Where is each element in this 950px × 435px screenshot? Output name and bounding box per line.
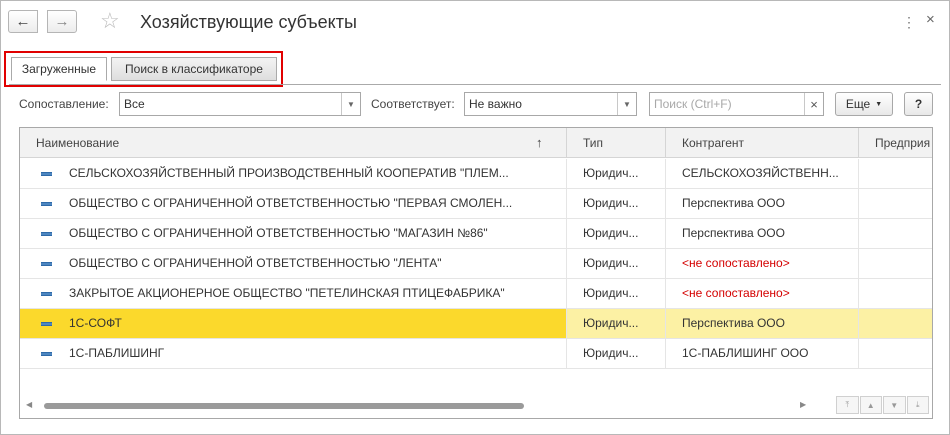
arrow-right-icon: →	[54, 13, 70, 30]
corresponds-select[interactable]: Не важно ▼	[464, 92, 637, 116]
forward-button[interactable]: →	[47, 10, 77, 33]
go-to-bottom-icon[interactable]: ⤓	[906, 396, 929, 414]
help-button[interactable]: ?	[904, 92, 933, 116]
cell-name: ОБЩЕСТВО С ОГРАНИЧЕННОЙ ОТВЕТСТВЕННОСТЬЮ…	[20, 249, 567, 278]
corresponds-label: Соответствует:	[371, 97, 455, 111]
table-row[interactable]: ЗАКРЫТОЕ АКЦИОНЕРНОЕ ОБЩЕСТВО "ПЕТЕЛИНСК…	[20, 279, 932, 309]
table-row[interactable]: ОБЩЕСТВО С ОГРАНИЧЕННОЙ ОТВЕТСТВЕННОСТЬЮ…	[20, 219, 932, 249]
more-button-label: Еще	[845, 97, 871, 111]
scroll-left-icon[interactable]: ◀	[26, 400, 32, 409]
cell-counterparty: 1С-ПАБЛИШИНГ ООО	[666, 339, 859, 368]
cell-type: Юридич...	[567, 339, 666, 368]
more-button[interactable]: Еще ▼	[835, 92, 893, 116]
cell-type: Юридич...	[567, 249, 666, 278]
cell-counterparty: <не сопоставлено>	[666, 279, 859, 308]
cell-enterprise	[859, 189, 932, 218]
cell-enterprise	[859, 279, 932, 308]
cell-enterprise	[859, 309, 932, 338]
clear-search-icon[interactable]: ×	[804, 93, 823, 115]
cell-counterparty: Перспектива ООО	[666, 189, 859, 218]
entity-dash-icon	[41, 262, 52, 266]
cell-enterprise	[859, 249, 932, 278]
column-header-name[interactable]: Наименование	[20, 128, 567, 158]
page-up-icon[interactable]: ▲	[859, 396, 882, 414]
table-header: Наименование ↑ Тип Контрагент Предприя	[20, 128, 932, 158]
table-row[interactable]: ОБЩЕСТВО С ОГРАНИЧЕННОЙ ОТВЕТСТВЕННОСТЬЮ…	[20, 249, 932, 279]
cell-type: Юридич...	[567, 159, 666, 188]
arrow-left-icon: ←	[15, 13, 31, 30]
cell-counterparty: СЕЛЬСКОХОЗЯЙСТВЕНН...	[666, 159, 859, 188]
table-row[interactable]: ОБЩЕСТВО С ОГРАНИЧЕННОЙ ОТВЕТСТВЕННОСТЬЮ…	[20, 189, 932, 219]
entity-dash-icon	[41, 172, 52, 176]
column-header-type[interactable]: Тип	[567, 128, 666, 158]
cell-type: Юридич...	[567, 309, 666, 338]
favorite-star-icon[interactable]: ☆	[100, 7, 120, 35]
cell-name: СЕЛЬСКОХОЗЯЙСТВЕННЫЙ ПРОИЗВОДСТВЕННЫЙ КО…	[20, 159, 567, 188]
match-select-value: Все	[124, 97, 145, 111]
chevron-down-icon[interactable]: ▼	[341, 93, 360, 115]
entity-dash-icon	[41, 232, 52, 236]
search-placeholder: Поиск (Ctrl+F)	[654, 97, 732, 111]
table-row[interactable]: 1С-СОФТ Юридич... Перспектива ООО	[20, 309, 932, 339]
cell-name: 1С-ПАБЛИШИНГ	[20, 339, 567, 368]
back-button[interactable]: ←	[8, 10, 38, 33]
cell-counterparty: Перспектива ООО	[666, 309, 859, 338]
cell-type: Юридич...	[567, 219, 666, 248]
entities-table: Наименование ↑ Тип Контрагент Предприя С…	[19, 127, 933, 419]
cell-name: ОБЩЕСТВО С ОГРАНИЧЕННОЙ ОТВЕТСТВЕННОСТЬЮ…	[20, 189, 567, 218]
tab-classifier-search[interactable]: Поиск в классификаторе	[111, 57, 277, 81]
entity-dash-icon	[41, 292, 52, 296]
cell-enterprise	[859, 339, 932, 368]
tab-loaded[interactable]: Загруженные	[11, 57, 107, 81]
cell-type: Юридич...	[567, 279, 666, 308]
chevron-down-icon[interactable]: ▼	[617, 93, 636, 115]
horizontal-scrollbar[interactable]	[44, 403, 524, 409]
entity-dash-icon	[41, 202, 52, 206]
cell-name: 1С-СОФТ	[20, 309, 567, 338]
cell-counterparty: <не сопоставлено>	[666, 249, 859, 278]
cell-enterprise	[859, 219, 932, 248]
close-icon[interactable]: ×	[926, 11, 935, 28]
cell-name: ЗАКРЫТОЕ АКЦИОНЕРНОЕ ОБЩЕСТВО "ПЕТЕЛИНСК…	[20, 279, 567, 308]
table-navigation: ⤒ ▲ ▼ ⤓	[836, 396, 930, 414]
match-label: Сопоставление:	[19, 97, 109, 111]
column-header-counterparty[interactable]: Контрагент	[666, 128, 859, 158]
scroll-right-icon[interactable]: ▶	[800, 400, 806, 409]
cell-counterparty: Перспектива ООО	[666, 219, 859, 248]
sort-ascending-icon: ↑	[536, 135, 543, 150]
window-title: Хозяйствующие субъекты	[140, 12, 357, 32]
tabs-divider	[9, 84, 941, 85]
cell-name: ОБЩЕСТВО С ОГРАНИЧЕННОЙ ОТВЕТСТВЕННОСТЬЮ…	[20, 219, 567, 248]
column-header-enterprise[interactable]: Предприя	[859, 128, 932, 158]
entity-dash-icon	[41, 322, 52, 326]
corresponds-select-value: Не важно	[469, 97, 522, 111]
cell-enterprise	[859, 159, 932, 188]
more-menu-icon[interactable]: ⋮	[902, 14, 917, 31]
cell-type: Юридич...	[567, 189, 666, 218]
table-row[interactable]: 1С-ПАБЛИШИНГ Юридич... 1С-ПАБЛИШИНГ ООО	[20, 339, 932, 369]
match-select[interactable]: Все ▼	[119, 92, 361, 116]
go-to-top-icon[interactable]: ⤒	[836, 396, 859, 414]
table-row[interactable]: СЕЛЬСКОХОЗЯЙСТВЕННЫЙ ПРОИЗВОДСТВЕННЫЙ КО…	[20, 159, 932, 189]
dialog-window: ← → ☆ Хозяйствующие субъекты ⋮ × Загруже…	[0, 0, 950, 435]
search-input[interactable]: Поиск (Ctrl+F) ×	[649, 92, 824, 116]
page-down-icon[interactable]: ▼	[883, 396, 906, 414]
entity-dash-icon	[41, 352, 52, 356]
chevron-down-icon: ▼	[875, 100, 883, 108]
